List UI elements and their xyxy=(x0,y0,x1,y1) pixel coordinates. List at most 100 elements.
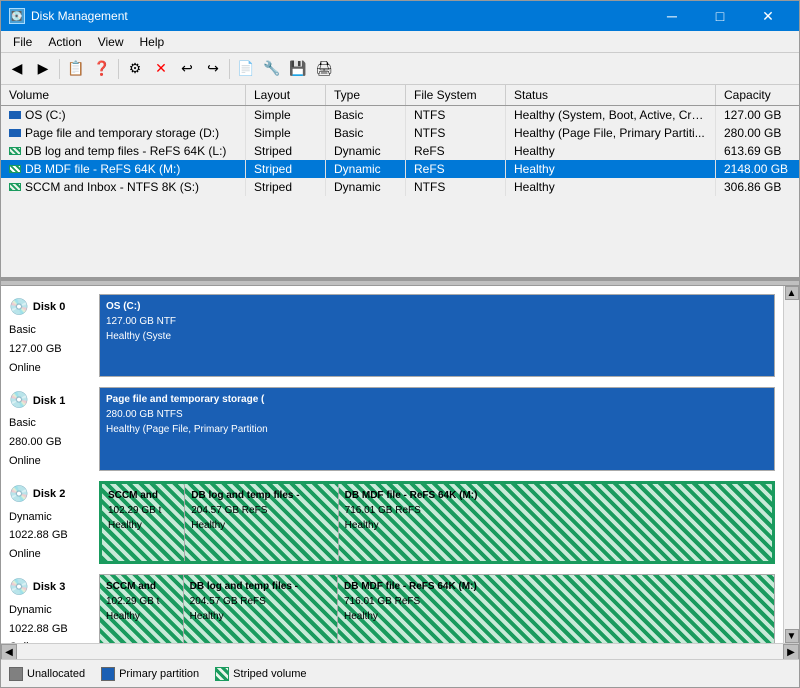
legend-striped-box xyxy=(215,667,229,681)
tb-save[interactable]: 💾 xyxy=(286,57,310,81)
partition-box[interactable]: DB log and temp files -204.57 GB ReFSHea… xyxy=(184,575,338,643)
td-type: Dynamic xyxy=(326,178,406,196)
menu-file[interactable]: File xyxy=(5,33,40,51)
tb-back[interactable]: ◀ xyxy=(5,57,29,81)
menu-help[interactable]: Help xyxy=(132,33,173,51)
td-capacity: 613.69 GB xyxy=(716,142,799,160)
table-row[interactable]: OS (C:) Simple Basic NTFS Healthy (Syste… xyxy=(1,106,799,124)
tb-sep3 xyxy=(229,59,230,79)
tb-forward[interactable]: ▶ xyxy=(31,57,55,81)
col-fs[interactable]: File System xyxy=(406,85,506,105)
disk-partitions: OS (C:)127.00 GB NTFHealthy (Syste xyxy=(99,294,775,377)
maximize-button[interactable]: □ xyxy=(697,1,743,31)
tb-wrench[interactable]: 🔧 xyxy=(260,57,284,81)
tb-new[interactable]: 📄 xyxy=(234,57,258,81)
partition-status: Healthy xyxy=(345,518,766,533)
tb-sep1 xyxy=(59,59,60,79)
disk-entry: 💿Disk 1Basic280.00 GBOnlinePage file and… xyxy=(9,387,775,470)
col-capacity[interactable]: Capacity xyxy=(716,85,799,105)
partition-label: Page file and temporary storage ( xyxy=(106,392,768,407)
partition-box[interactable]: DB log and temp files -204.57 GB ReFSHea… xyxy=(185,484,338,561)
td-type: Basic xyxy=(326,124,406,142)
disk-info: 💿Disk 0Basic127.00 GBOnline xyxy=(9,294,99,377)
tb-print[interactable]: 🖨 xyxy=(312,57,336,81)
col-layout[interactable]: Layout xyxy=(246,85,326,105)
disk-size: 1022.88 GB xyxy=(9,620,93,639)
partition-status: Healthy xyxy=(344,609,768,624)
volume-table: Volume Layout Type File System Status Ca… xyxy=(1,85,799,280)
td-volume: DB MDF file - ReFS 64K (M:) xyxy=(1,160,246,178)
partition-label: SCCM and xyxy=(106,579,177,594)
table-row[interactable]: Page file and temporary storage (D:) Sim… xyxy=(1,124,799,142)
partition-box[interactable]: OS (C:)127.00 GB NTFHealthy (Syste xyxy=(100,295,774,376)
disk-entry: 💿Disk 0Basic127.00 GBOnlineOS (C:)127.00… xyxy=(9,294,775,377)
td-status: Healthy (System, Boot, Active, Cra... xyxy=(506,106,716,124)
table-row[interactable]: DB MDF file - ReFS 64K (M:) Striped Dyna… xyxy=(1,160,799,178)
tb-delete[interactable]: ✕ xyxy=(149,57,173,81)
tb-redo[interactable]: ↪ xyxy=(201,57,225,81)
disk-size: 280.00 GB xyxy=(9,433,93,452)
col-status[interactable]: Status xyxy=(506,85,716,105)
legend-striped: Striped volume xyxy=(215,667,306,681)
partition-size: 102.29 GB t xyxy=(108,503,178,518)
disk-name: Disk 3 xyxy=(33,578,65,597)
scroll-down-arrow[interactable]: ▼ xyxy=(785,629,799,643)
scroll-right-arrow[interactable]: ▶ xyxy=(783,644,799,660)
legend-striped-label: Striped volume xyxy=(233,668,306,680)
td-status: Healthy xyxy=(506,160,716,178)
disk-name: Disk 1 xyxy=(33,392,65,411)
td-type: Dynamic xyxy=(326,142,406,160)
partition-size: 204.57 GB ReFS xyxy=(190,594,331,609)
menu-action[interactable]: Action xyxy=(40,33,89,51)
partition-size: 716.01 GB ReFS xyxy=(344,594,768,609)
menu-view[interactable]: View xyxy=(90,33,132,51)
partition-box[interactable]: Page file and temporary storage (280.00 … xyxy=(100,388,774,469)
td-fs: NTFS xyxy=(406,106,506,124)
tb-settings[interactable]: ⚙ xyxy=(123,57,147,81)
partition-box[interactable]: DB MDF file - ReFS 64K (M:)716.01 GB ReF… xyxy=(338,575,774,643)
table-row[interactable]: DB log and temp files - ReFS 64K (L:) St… xyxy=(1,142,799,160)
partition-label: DB MDF file - ReFS 64K (M:) xyxy=(344,579,768,594)
disk-scroll[interactable]: 💿Disk 0Basic127.00 GBOnlineOS (C:)127.00… xyxy=(1,286,783,643)
title-bar: 💽 Disk Management ─ □ ✕ xyxy=(1,1,799,31)
col-volume[interactable]: Volume xyxy=(1,85,246,105)
toolbar: ◀ ▶ 📋 ❓ ⚙ ✕ ↩ ↪ 📄 🔧 💾 🖨 xyxy=(1,53,799,85)
table-row[interactable]: SCCM and Inbox - NTFS 8K (S:) Striped Dy… xyxy=(1,178,799,196)
scroll-up-arrow[interactable]: ▲ xyxy=(785,286,799,300)
disk-type: Dynamic xyxy=(9,508,93,527)
td-capacity: 280.00 GB xyxy=(716,124,799,142)
close-button[interactable]: ✕ xyxy=(745,1,791,31)
legend-primary-box xyxy=(101,667,115,681)
minimize-button[interactable]: ─ xyxy=(649,1,695,31)
partition-size: 204.57 GB ReFS xyxy=(191,503,331,518)
main-content: Volume Layout Type File System Status Ca… xyxy=(1,85,799,659)
partition-size: 127.00 GB NTF xyxy=(106,314,768,329)
tb-properties[interactable]: 📋 xyxy=(64,57,88,81)
partition-box[interactable]: DB MDF file - ReFS 64K (M:)716.01 GB ReF… xyxy=(339,484,772,561)
disk-type: Basic xyxy=(9,414,93,433)
td-volume: OS (C:) xyxy=(1,106,246,124)
td-capacity: 306.86 GB xyxy=(716,178,799,196)
col-type[interactable]: Type xyxy=(326,85,406,105)
disk-info: 💿Disk 3Dynamic1022.88 GBOnline xyxy=(9,574,99,643)
partition-box[interactable]: SCCM and102.29 GB tHealthy xyxy=(102,484,185,561)
disk-status: Online xyxy=(9,359,93,378)
partition-box[interactable]: SCCM and102.29 GB tHealthy xyxy=(100,575,184,643)
td-fs: ReFS xyxy=(406,160,506,178)
disk-map-area: 💿Disk 0Basic127.00 GBOnlineOS (C:)127.00… xyxy=(1,286,799,643)
td-fs: NTFS xyxy=(406,124,506,142)
partition-status: Healthy xyxy=(108,518,178,533)
partition-label: DB log and temp files - xyxy=(190,579,331,594)
disk-name: Disk 2 xyxy=(33,485,65,504)
tb-help[interactable]: ❓ xyxy=(90,57,114,81)
tb-undo[interactable]: ↩ xyxy=(175,57,199,81)
disk-type: Basic xyxy=(9,321,93,340)
vertical-scrollbar[interactable]: ▲ ▼ xyxy=(783,286,799,643)
disk-status: Online xyxy=(9,545,93,564)
scroll-left-arrow[interactable]: ◀ xyxy=(1,644,17,660)
partition-label: OS (C:) xyxy=(106,299,768,314)
horizontal-scrollbar: ◀ ▶ xyxy=(1,643,799,659)
td-layout: Striped xyxy=(246,142,326,160)
disk-entry: 💿Disk 3Dynamic1022.88 GBOnlineSCCM and10… xyxy=(9,574,775,643)
td-capacity: 2148.00 GB xyxy=(716,160,799,178)
